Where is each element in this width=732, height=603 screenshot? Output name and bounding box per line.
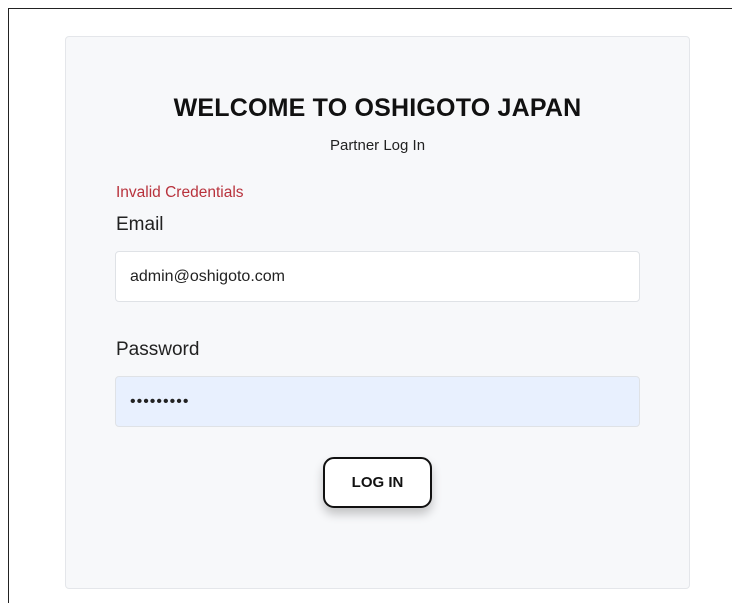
page-title: WELCOME TO OSHIGOTO JAPAN: [173, 94, 582, 122]
page-frame: WELCOME TO OSHIGOTO JAPAN Partner Log In…: [8, 8, 732, 603]
password-label: Password: [116, 339, 200, 360]
email-field[interactable]: [115, 251, 640, 302]
email-label: Email: [116, 214, 164, 235]
error-message: Invalid Credentials: [116, 184, 244, 201]
page-subtitle: Partner Log In: [329, 137, 426, 154]
login-card: WELCOME TO OSHIGOTO JAPAN Partner Log In…: [65, 36, 690, 589]
login-button[interactable]: LOG IN: [323, 457, 432, 508]
password-field[interactable]: [115, 376, 640, 427]
